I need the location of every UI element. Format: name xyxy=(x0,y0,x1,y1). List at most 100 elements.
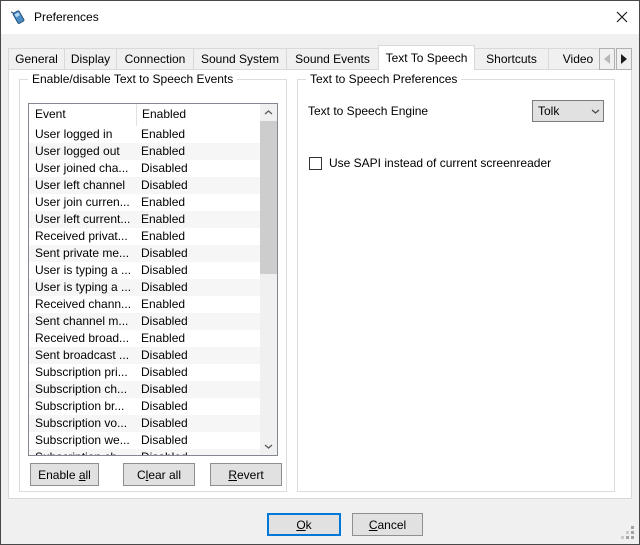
table-row[interactable]: Sent broadcast ... Disabled xyxy=(29,347,260,364)
chevron-up-icon xyxy=(264,110,273,115)
scrollbar-thumb[interactable] xyxy=(260,121,277,274)
event-cell: Subscription pri... xyxy=(29,364,136,381)
label-post: k xyxy=(306,518,312,532)
enabled-cell: Disabled xyxy=(136,347,188,364)
table-row[interactable]: User left current... Enabled xyxy=(29,211,260,228)
enabled-cell: Disabled xyxy=(136,177,188,194)
tab-connection[interactable]: Connection xyxy=(116,48,194,70)
column-header-event[interactable]: Event xyxy=(29,104,137,126)
tab-display[interactable]: Display xyxy=(64,48,117,70)
enabled-cell: Disabled xyxy=(136,449,188,455)
chevron-down-icon xyxy=(264,444,273,449)
tab-sound-events[interactable]: Sound Events xyxy=(286,48,379,70)
sapi-checkbox[interactable] xyxy=(309,157,322,170)
table-row[interactable]: User logged in Enabled xyxy=(29,126,260,143)
sapi-checkbox-label[interactable]: Use SAPI instead of current screenreader xyxy=(329,156,551,170)
revert-button[interactable]: Revert xyxy=(210,463,282,486)
scroll-up-button[interactable] xyxy=(260,104,277,121)
table-row[interactable]: Subscription vo... Disabled xyxy=(29,415,260,432)
enabled-cell: Disabled xyxy=(136,313,188,330)
tab-sound-system[interactable]: Sound System xyxy=(193,48,287,70)
table-row[interactable]: Subscription br... Disabled xyxy=(29,398,260,415)
ok-button[interactable]: Ok xyxy=(267,513,341,536)
event-cell: Received broad... xyxy=(29,330,136,347)
tab-general[interactable]: General xyxy=(8,48,65,70)
enabled-cell: Disabled xyxy=(136,245,188,262)
window-title: Preferences xyxy=(34,10,99,24)
label-post: evert xyxy=(237,468,264,482)
triangle-right-icon xyxy=(620,54,628,64)
combobox-value: Tolk xyxy=(533,104,587,118)
event-cell: Received chann... xyxy=(29,296,136,313)
cancel-button[interactable]: Cancel xyxy=(352,513,423,536)
table-row[interactable]: Subscription ch... Disabled xyxy=(29,449,260,455)
list-header[interactable]: Event Enabled xyxy=(29,104,277,127)
label-post: ll xyxy=(86,468,91,482)
clear-all-button[interactable]: Clear all xyxy=(123,463,195,486)
tab-shortcuts[interactable]: Shortcuts xyxy=(474,48,549,70)
engine-label: Text to Speech Engine xyxy=(308,104,428,118)
tts-preferences-group-title: Text to Speech Preferences xyxy=(306,72,461,86)
close-button[interactable] xyxy=(610,6,634,28)
enable-all-button[interactable]: Enable all xyxy=(30,463,99,486)
label-post: ancel xyxy=(377,518,406,532)
tts-events-group: Enable/disable Text to Speech Events Eve… xyxy=(19,79,287,492)
table-row[interactable]: Received broad... Enabled xyxy=(29,330,260,347)
scroll-down-button[interactable] xyxy=(260,438,277,455)
table-row[interactable]: Subscription pri... Disabled xyxy=(29,364,260,381)
label-mnemonic: O xyxy=(296,518,305,532)
chevron-down-icon xyxy=(587,109,603,114)
resize-grip[interactable] xyxy=(621,526,635,540)
tab-strip: General Display Connection Sound System … xyxy=(8,44,632,70)
tab-scroll-right-button[interactable] xyxy=(616,48,632,70)
triangle-left-icon xyxy=(603,54,611,64)
enabled-cell: Disabled xyxy=(136,381,188,398)
event-cell: User is typing a ... xyxy=(29,279,136,296)
tts-engine-combobox[interactable]: Tolk xyxy=(532,100,604,122)
enabled-cell: Enabled xyxy=(136,330,185,347)
event-cell: User is typing a ... xyxy=(29,262,136,279)
tab-text-to-speech[interactable]: Text To Speech xyxy=(378,45,475,70)
close-x-icon xyxy=(616,11,628,23)
label-pre: Enable xyxy=(38,468,79,482)
event-cell: User logged in xyxy=(29,126,136,143)
enabled-cell: Disabled xyxy=(136,432,188,449)
enabled-cell: Enabled xyxy=(136,296,185,313)
tts-events-list: Event Enabled User logged in Enabled Use… xyxy=(28,103,278,456)
list-scrollbar[interactable] xyxy=(260,104,277,455)
event-cell: User left current... xyxy=(29,211,136,228)
enabled-cell: Enabled xyxy=(136,194,185,211)
enabled-cell: Disabled xyxy=(136,160,188,177)
tab-scroll-left-button[interactable] xyxy=(599,48,615,70)
enabled-cell: Disabled xyxy=(136,415,188,432)
event-cell: Sent broadcast ... xyxy=(29,347,136,364)
list-rows: User logged in Enabled User logged out E… xyxy=(29,126,260,455)
table-row[interactable]: User is typing a ... Disabled xyxy=(29,262,260,279)
table-row[interactable]: User left channel Disabled xyxy=(29,177,260,194)
table-row[interactable]: Received chann... Enabled xyxy=(29,296,260,313)
column-header-enabled[interactable]: Enabled xyxy=(137,104,186,126)
enabled-cell: Enabled xyxy=(136,126,185,143)
titlebar[interactable]: Preferences xyxy=(1,1,639,34)
table-row[interactable]: User is typing a ... Disabled xyxy=(29,279,260,296)
event-cell: User join curren... xyxy=(29,194,136,211)
teamtalk-app-icon xyxy=(9,8,27,26)
event-cell: Sent private me... xyxy=(29,245,136,262)
event-cell: Sent channel m... xyxy=(29,313,136,330)
table-row[interactable]: Received privat... Enabled xyxy=(29,228,260,245)
event-cell: User logged out xyxy=(29,143,136,160)
enabled-cell: Disabled xyxy=(136,364,188,381)
table-row[interactable]: Sent private me... Disabled xyxy=(29,245,260,262)
tts-preferences-group: Text to Speech Preferences Text to Speec… xyxy=(297,79,615,492)
table-row[interactable]: Subscription ch... Disabled xyxy=(29,381,260,398)
table-row[interactable]: Subscription we... Disabled xyxy=(29,432,260,449)
label-mnemonic: a xyxy=(79,468,86,482)
table-row[interactable]: User joined cha... Disabled xyxy=(29,160,260,177)
table-row[interactable]: User logged out Enabled xyxy=(29,143,260,160)
sapi-checkbox-row[interactable]: Use SAPI instead of current screenreader xyxy=(309,156,551,170)
table-row[interactable]: Sent channel m... Disabled xyxy=(29,313,260,330)
label-pre: C xyxy=(137,468,146,482)
label-mnemonic: R xyxy=(228,468,237,482)
table-row[interactable]: User join curren... Enabled xyxy=(29,194,260,211)
enabled-cell: Enabled xyxy=(136,211,185,228)
